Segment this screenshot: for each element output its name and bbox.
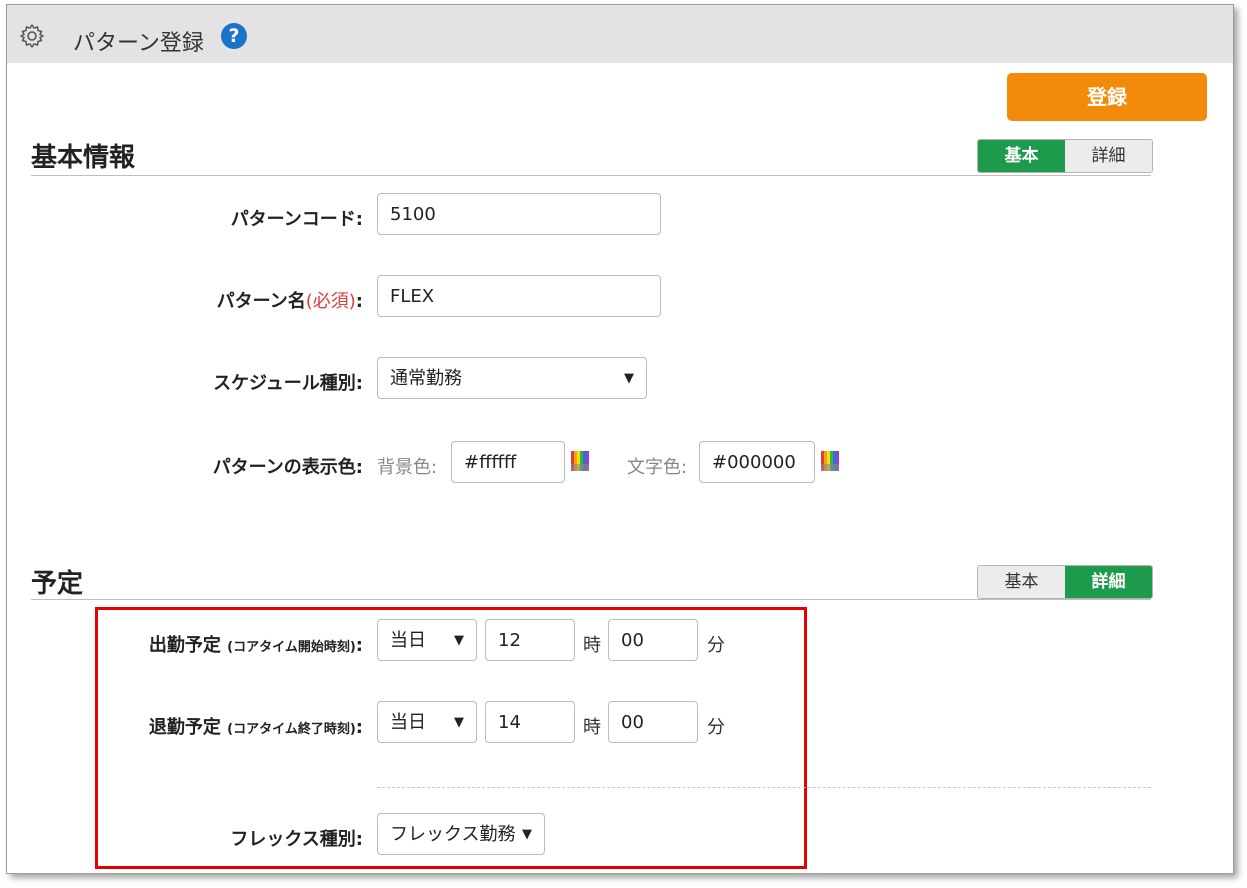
end-time-colon: : <box>355 717 363 738</box>
schedule-view-toggle: 基本 詳細 <box>977 565 1153 599</box>
start-hour-unit: 時 <box>583 635 601 656</box>
color-palette-icon[interactable] <box>571 451 589 471</box>
background-color-input[interactable]: #ffffff <box>451 441 565 483</box>
page-title: パターン登録 <box>73 31 204 56</box>
text-color-input[interactable]: #000000 <box>699 441 815 483</box>
start-time-colon: : <box>355 635 363 656</box>
end-time-label: 退勤予定 (コアタイム終了時刻): <box>149 713 363 739</box>
end-time-label-text: 退勤予定 <box>148 717 221 738</box>
text-color-label: 文字色: <box>627 457 688 478</box>
end-day-select[interactable]: 当日 ▼ <box>377 701 477 743</box>
schedule-type-value: 通常勤務 <box>390 368 462 389</box>
chevron-down-icon: ▼ <box>454 715 464 730</box>
end-time-label-note: (コアタイム終了時刻) <box>227 722 356 737</box>
end-hour-input[interactable]: 14 <box>485 701 575 743</box>
basic-info-divider <box>31 175 1151 176</box>
schedule-heading: 予定 <box>31 569 84 599</box>
toggle-detail[interactable]: 詳細 <box>1065 140 1152 172</box>
schedule-type-label: スケジュール種別: <box>213 373 363 394</box>
chevron-down-icon: ▼ <box>522 827 532 842</box>
flex-type-value: フレックス勤務 <box>390 824 516 845</box>
pattern-code-label: パターンコード: <box>230 209 363 230</box>
end-minute-input[interactable]: 00 <box>608 701 698 743</box>
toggle-detail[interactable]: 詳細 <box>1065 566 1152 598</box>
pattern-name-colon: : <box>355 291 363 312</box>
title-bar: パターン登録 ? <box>7 5 1233 63</box>
pattern-name-label-text: パターン名 <box>216 291 306 312</box>
color-palette-icon[interactable] <box>821 451 839 471</box>
background-color-label: 背景色: <box>377 457 438 478</box>
start-minute-input[interactable]: 00 <box>608 619 698 661</box>
basic-view-toggle: 基本 詳細 <box>977 139 1153 173</box>
pattern-name-label: パターン名(必須): <box>217 287 363 313</box>
start-time-label-text: 出勤予定 <box>148 635 221 656</box>
flex-type-label: フレックス種別: <box>230 829 363 850</box>
start-day-select[interactable]: 当日 ▼ <box>377 619 477 661</box>
pattern-code-input[interactable]: 5100 <box>377 193 661 235</box>
start-time-label-note: (コアタイム開始時刻) <box>227 640 356 655</box>
schedule-divider <box>31 599 1151 600</box>
end-day-value: 当日 <box>390 712 426 733</box>
required-marker: (必須) <box>305 291 356 312</box>
chevron-down-icon: ▼ <box>454 633 464 648</box>
chevron-down-icon: ▼ <box>624 371 634 386</box>
start-hour-input[interactable]: 12 <box>485 619 575 661</box>
flex-type-select[interactable]: フレックス勤務 ▼ <box>377 813 545 855</box>
pattern-name-input[interactable]: FLEX <box>377 275 661 317</box>
display-color-label: パターンの表示色: <box>212 457 363 478</box>
start-minute-unit: 分 <box>707 635 725 656</box>
gear-icon[interactable] <box>19 23 45 49</box>
register-button[interactable]: 登録 <box>1007 73 1207 121</box>
end-hour-unit: 時 <box>583 717 601 738</box>
start-day-value: 当日 <box>390 630 426 651</box>
basic-info-heading: 基本情報 <box>31 143 136 173</box>
end-minute-unit: 分 <box>707 717 725 738</box>
start-time-label: 出勤予定 (コアタイム開始時刻): <box>149 631 363 657</box>
toggle-basic[interactable]: 基本 <box>978 566 1065 598</box>
dashed-divider <box>377 787 1151 788</box>
toggle-basic[interactable]: 基本 <box>978 140 1065 172</box>
schedule-type-select[interactable]: 通常勤務 ▼ <box>377 357 647 399</box>
pattern-registration-window: パターン登録 ? 登録 基本情報 基本 詳細 パターンコード: 5100 パター… <box>6 4 1234 874</box>
help-icon[interactable]: ? <box>221 23 247 49</box>
